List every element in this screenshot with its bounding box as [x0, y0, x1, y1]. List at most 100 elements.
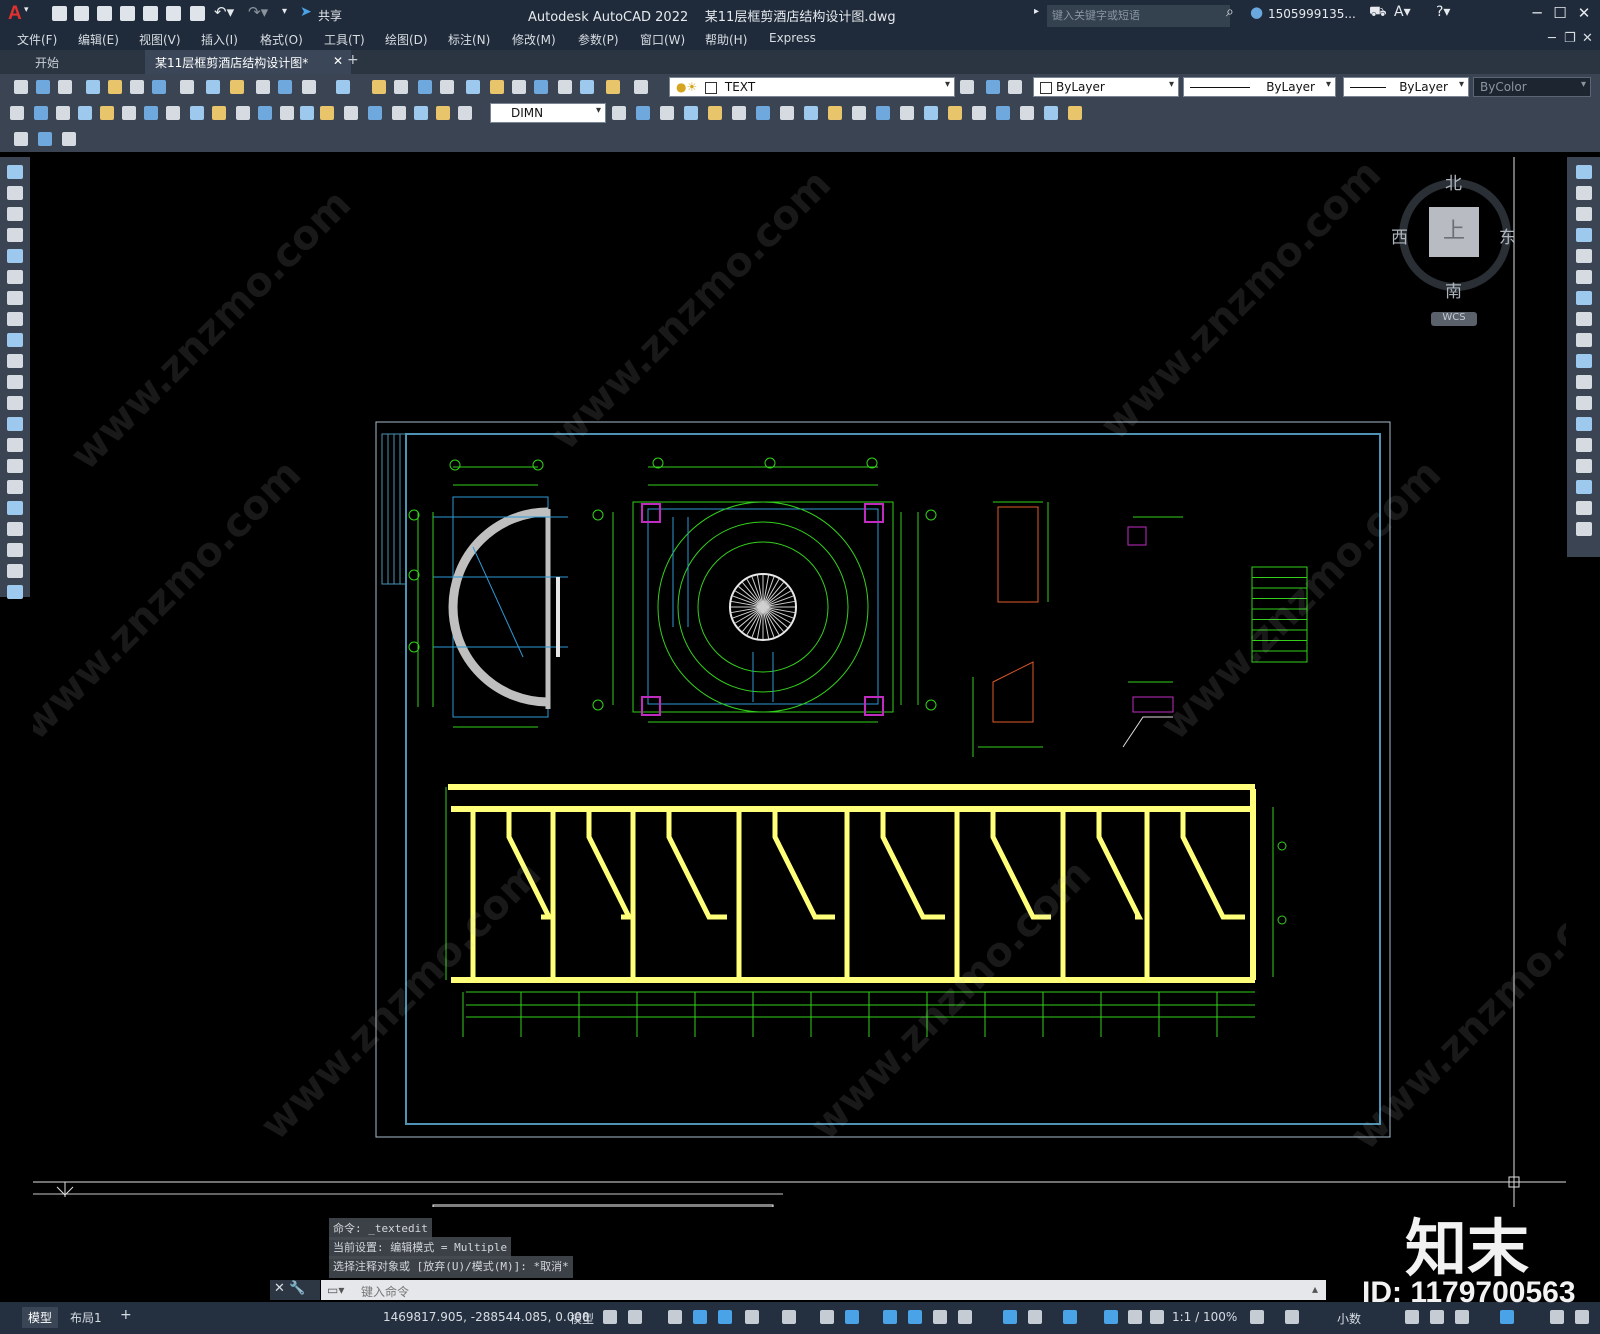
- open-web-icon[interactable]: [143, 6, 158, 21]
- image-icon[interactable]: [708, 106, 722, 120]
- circle-icon[interactable]: [7, 291, 23, 305]
- table-icon[interactable]: [804, 106, 818, 120]
- dim-edit-icon[interactable]: [392, 106, 406, 120]
- chamfer-icon[interactable]: [1576, 459, 1592, 473]
- helix-icon[interactable]: [972, 106, 986, 120]
- command-prompt-icon[interactable]: ▭▾: [327, 1283, 344, 1297]
- customize-chevron-icon[interactable]: ▾: [282, 6, 287, 17]
- dimstyle-dropdown[interactable]: DIMN ▾: [490, 103, 606, 123]
- spline-icon[interactable]: [7, 333, 23, 347]
- add-selected-icon[interactable]: [7, 564, 23, 578]
- insert-icon[interactable]: [7, 396, 23, 410]
- menu-file[interactable]: 文件(F): [17, 31, 57, 48]
- linetype-dropdown[interactable]: ByLayer ▾: [1183, 77, 1336, 97]
- plot-icon[interactable]: [190, 6, 205, 21]
- viewcube[interactable]: 上 北 南 东 西 WCS: [1391, 169, 1521, 329]
- mirror-icon[interactable]: [1576, 207, 1592, 221]
- match-properties-icon[interactable]: [230, 80, 244, 94]
- construction-line-icon[interactable]: [7, 186, 23, 200]
- doc-restore-icon[interactable]: ❐: [1564, 31, 1576, 46]
- markup-icon[interactable]: [512, 80, 526, 94]
- copy-icon[interactable]: [180, 80, 194, 94]
- dim-ordinate-icon[interactable]: [78, 106, 92, 120]
- search-icon[interactable]: ⌕: [1226, 4, 1234, 20]
- move-icon[interactable]: [1576, 270, 1592, 284]
- region-icon[interactable]: [828, 106, 842, 120]
- grid-icon[interactable]: [603, 1310, 617, 1324]
- dim-baseline-icon[interactable]: [212, 106, 226, 120]
- extend-icon[interactable]: [1576, 375, 1592, 389]
- dim-jogged-icon[interactable]: [122, 106, 136, 120]
- saveas-icon[interactable]: [120, 6, 135, 21]
- field-icon[interactable]: [756, 106, 770, 120]
- dim-style-icon[interactable]: [458, 106, 472, 120]
- layer-match-icon[interactable]: [1008, 80, 1022, 94]
- dim-continue-icon[interactable]: [236, 106, 250, 120]
- new-icon[interactable]: [14, 80, 28, 94]
- divide-icon[interactable]: [1020, 106, 1034, 120]
- block-icon[interactable]: [7, 417, 23, 431]
- infer-constraints-icon[interactable]: [668, 1310, 682, 1324]
- minimize-icon[interactable]: ─: [1526, 4, 1548, 24]
- xref-icon[interactable]: [684, 106, 698, 120]
- redo-icon[interactable]: [278, 80, 292, 94]
- command-input[interactable]: ▭▾ 键入命令 ▴: [321, 1280, 1326, 1300]
- selection-filter-icon[interactable]: [1028, 1310, 1042, 1324]
- search-expand-icon[interactable]: ▸: [1034, 6, 1039, 17]
- save-web-icon[interactable]: [166, 6, 181, 21]
- offset-icon[interactable]: [1576, 228, 1592, 242]
- menu-express[interactable]: Express: [769, 31, 816, 45]
- annotation-visibility-icon[interactable]: [1104, 1310, 1118, 1324]
- redo-icon[interactable]: ↷▾: [248, 3, 268, 21]
- doc-minimize-icon[interactable]: ─: [1548, 31, 1556, 46]
- dim-space-icon[interactable]: [258, 106, 272, 120]
- join-icon[interactable]: [1576, 438, 1592, 452]
- region-icon[interactable]: [7, 501, 23, 515]
- dynamic-ucs-icon[interactable]: [1003, 1310, 1017, 1324]
- design-center-icon[interactable]: [440, 80, 454, 94]
- viewcube-face-top[interactable]: 上: [1429, 207, 1479, 257]
- isolate-objects-icon[interactable]: [1455, 1310, 1469, 1324]
- plotstyle-dropdown[interactable]: ByColor ▾: [1473, 77, 1591, 97]
- more-icon[interactable]: [7, 585, 23, 599]
- break-at-point-icon[interactable]: [1576, 396, 1592, 410]
- menu-window[interactable]: 窗口(W): [640, 31, 685, 48]
- tab-model[interactable]: 模型: [22, 1307, 59, 1328]
- annotation-monitor-icon[interactable]: [1285, 1310, 1299, 1324]
- user-name[interactable]: 1505999135...: [1268, 7, 1356, 21]
- menu-tools[interactable]: 工具(T): [324, 31, 365, 48]
- clip-icon[interactable]: [732, 106, 746, 120]
- plot-icon[interactable]: [86, 80, 100, 94]
- osnap-icon[interactable]: [845, 1310, 859, 1324]
- layer-previous-icon[interactable]: [634, 80, 648, 94]
- erase-icon[interactable]: [1576, 165, 1592, 179]
- maximize-icon[interactable]: ☐: [1549, 4, 1571, 24]
- preview-icon[interactable]: [108, 80, 122, 94]
- dim-arc-icon[interactable]: [56, 106, 70, 120]
- hatch-icon[interactable]: [876, 106, 890, 120]
- polar-icon[interactable]: [745, 1310, 759, 1324]
- menu-draw[interactable]: 绘图(D): [385, 31, 428, 48]
- ellipse-arc-icon[interactable]: [7, 375, 23, 389]
- user-icon[interactable]: ●: [1250, 3, 1263, 21]
- undo-icon[interactable]: ↶▾: [214, 3, 234, 21]
- menu-insert[interactable]: 插入(I): [201, 31, 238, 48]
- wipeout-icon[interactable]: [924, 106, 938, 120]
- tool-palettes-icon[interactable]: [466, 80, 480, 94]
- annotation-scale-icon[interactable]: [1150, 1310, 1164, 1324]
- trim-icon[interactable]: [1576, 354, 1592, 368]
- blend-icon[interactable]: [1576, 501, 1592, 515]
- cut-icon[interactable]: [152, 80, 166, 94]
- calculator-icon[interactable]: [534, 80, 548, 94]
- viewcube-south[interactable]: 南: [1445, 277, 1462, 302]
- gradient-icon[interactable]: [900, 106, 914, 120]
- lineweight-dropdown[interactable]: ByLayer ▾: [1343, 77, 1469, 97]
- express-edit-icon[interactable]: [14, 132, 28, 146]
- ucs-menu[interactable]: WCS: [1431, 312, 1477, 326]
- qnew-icon[interactable]: [52, 6, 67, 21]
- array-icon[interactable]: [1576, 249, 1592, 263]
- express-block-icon[interactable]: [38, 132, 52, 146]
- app-menu-chevron-icon[interactable]: ▾: [24, 5, 29, 15]
- undo-icon[interactable]: [256, 80, 270, 94]
- line-icon[interactable]: [7, 165, 23, 179]
